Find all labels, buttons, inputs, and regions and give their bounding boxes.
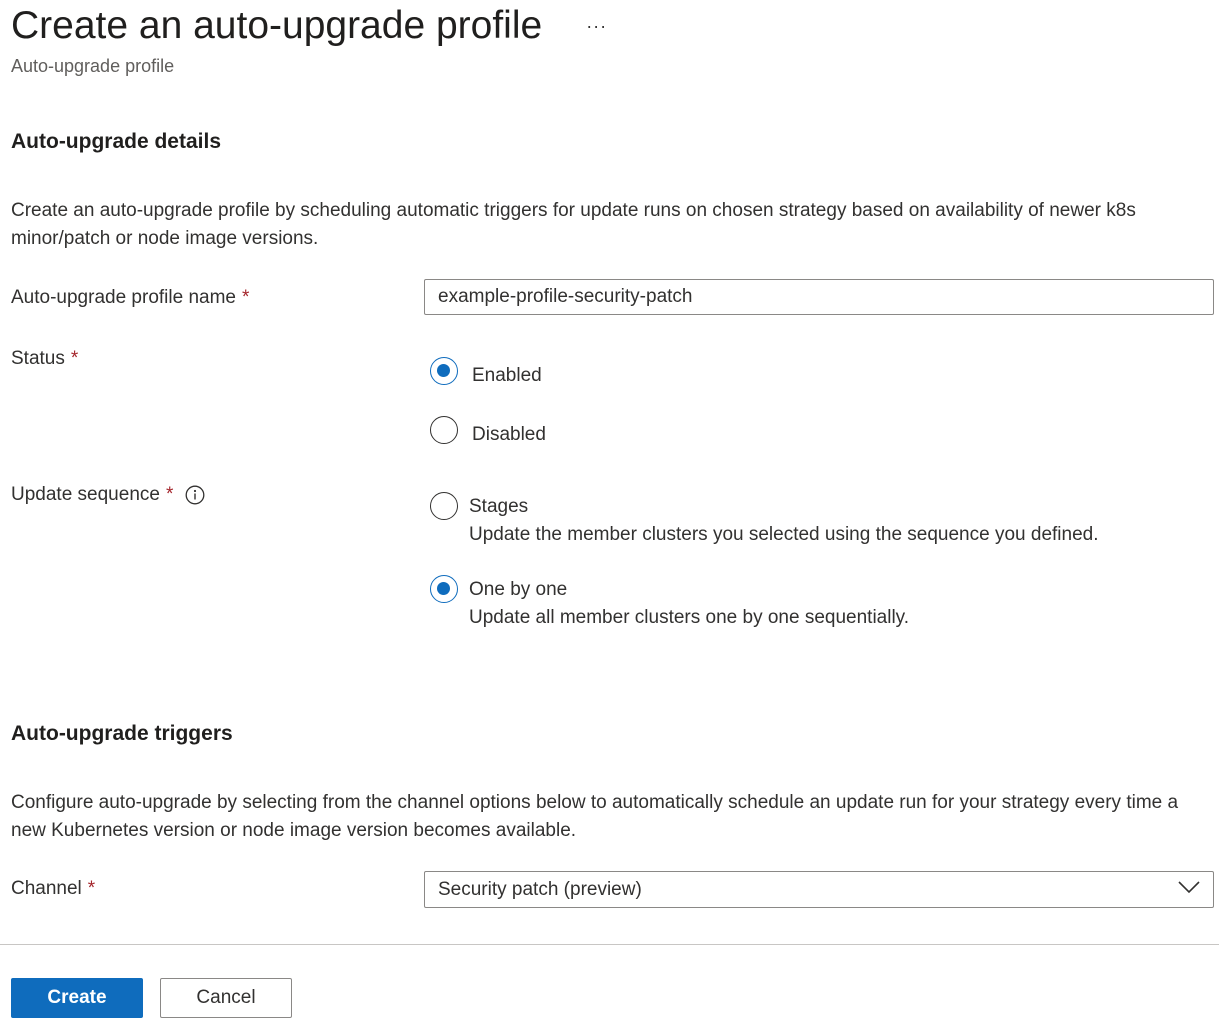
status-label: Status * xyxy=(11,348,78,370)
page-title: Create an auto-upgrade profile xyxy=(11,4,543,47)
radio-checked-icon xyxy=(430,575,458,603)
profile-name-label: Auto-upgrade profile name * xyxy=(11,287,249,309)
update-sequence-label-text: Update sequence xyxy=(11,484,160,505)
radio-checked-icon xyxy=(430,357,458,385)
triggers-description: Configure auto-upgrade by selecting from… xyxy=(11,792,1179,841)
sequence-one-by-one-description: Update all member clusters one by one se… xyxy=(469,607,910,628)
required-marker: * xyxy=(87,878,96,899)
page-subtitle: Auto-upgrade profile xyxy=(11,56,175,76)
chevron-down-icon xyxy=(1178,880,1200,899)
details-heading: Auto-upgrade details xyxy=(11,130,222,153)
details-description: Create an auto-upgrade profile by schedu… xyxy=(11,200,1136,249)
more-icon[interactable]: ··· xyxy=(582,14,611,39)
required-marker: * xyxy=(241,287,250,308)
sequence-stages-radio[interactable]: Stages Update the member clusters you se… xyxy=(430,492,1099,549)
profile-name-input[interactable] xyxy=(424,279,1214,315)
channel-label-text: Channel xyxy=(11,878,82,899)
channel-label: Channel * xyxy=(11,878,95,900)
create-button[interactable]: Create xyxy=(11,978,143,1018)
sequence-stages-description: Update the member clusters you selected … xyxy=(469,524,1099,545)
info-icon[interactable] xyxy=(185,485,205,505)
channel-dropdown[interactable]: Security patch (preview) xyxy=(424,871,1214,908)
sequence-one-by-one-radio[interactable]: One by one Update all member clusters on… xyxy=(430,575,909,632)
status-label-text: Status xyxy=(11,348,65,369)
title-row: Create an auto-upgrade profile ··· xyxy=(11,3,611,49)
sequence-one-by-one-text: One by one Update all member clusters on… xyxy=(469,576,909,632)
footer-divider xyxy=(0,944,1219,945)
status-disabled-label: Disabled xyxy=(472,424,546,445)
update-sequence-label: Update sequence * xyxy=(11,484,205,506)
radio-unchecked-icon xyxy=(430,416,458,444)
status-enabled-radio[interactable]: Enabled xyxy=(430,357,542,390)
sequence-one-by-one-label: One by one xyxy=(469,579,568,600)
channel-selected-value: Security patch (preview) xyxy=(438,878,642,900)
sequence-stages-text: Stages Update the member clusters you se… xyxy=(469,493,1099,549)
page: Create an auto-upgrade profile ··· Auto-… xyxy=(0,0,1219,1023)
required-marker: * xyxy=(70,348,79,369)
required-marker: * xyxy=(165,484,174,505)
status-disabled-radio[interactable]: Disabled xyxy=(430,416,546,449)
radio-unchecked-icon xyxy=(430,492,458,520)
profile-name-label-text: Auto-upgrade profile name xyxy=(11,287,236,308)
sequence-stages-label: Stages xyxy=(469,496,529,517)
triggers-heading: Auto-upgrade triggers xyxy=(11,722,233,745)
status-enabled-label: Enabled xyxy=(472,365,542,386)
cancel-button[interactable]: Cancel xyxy=(160,978,292,1018)
